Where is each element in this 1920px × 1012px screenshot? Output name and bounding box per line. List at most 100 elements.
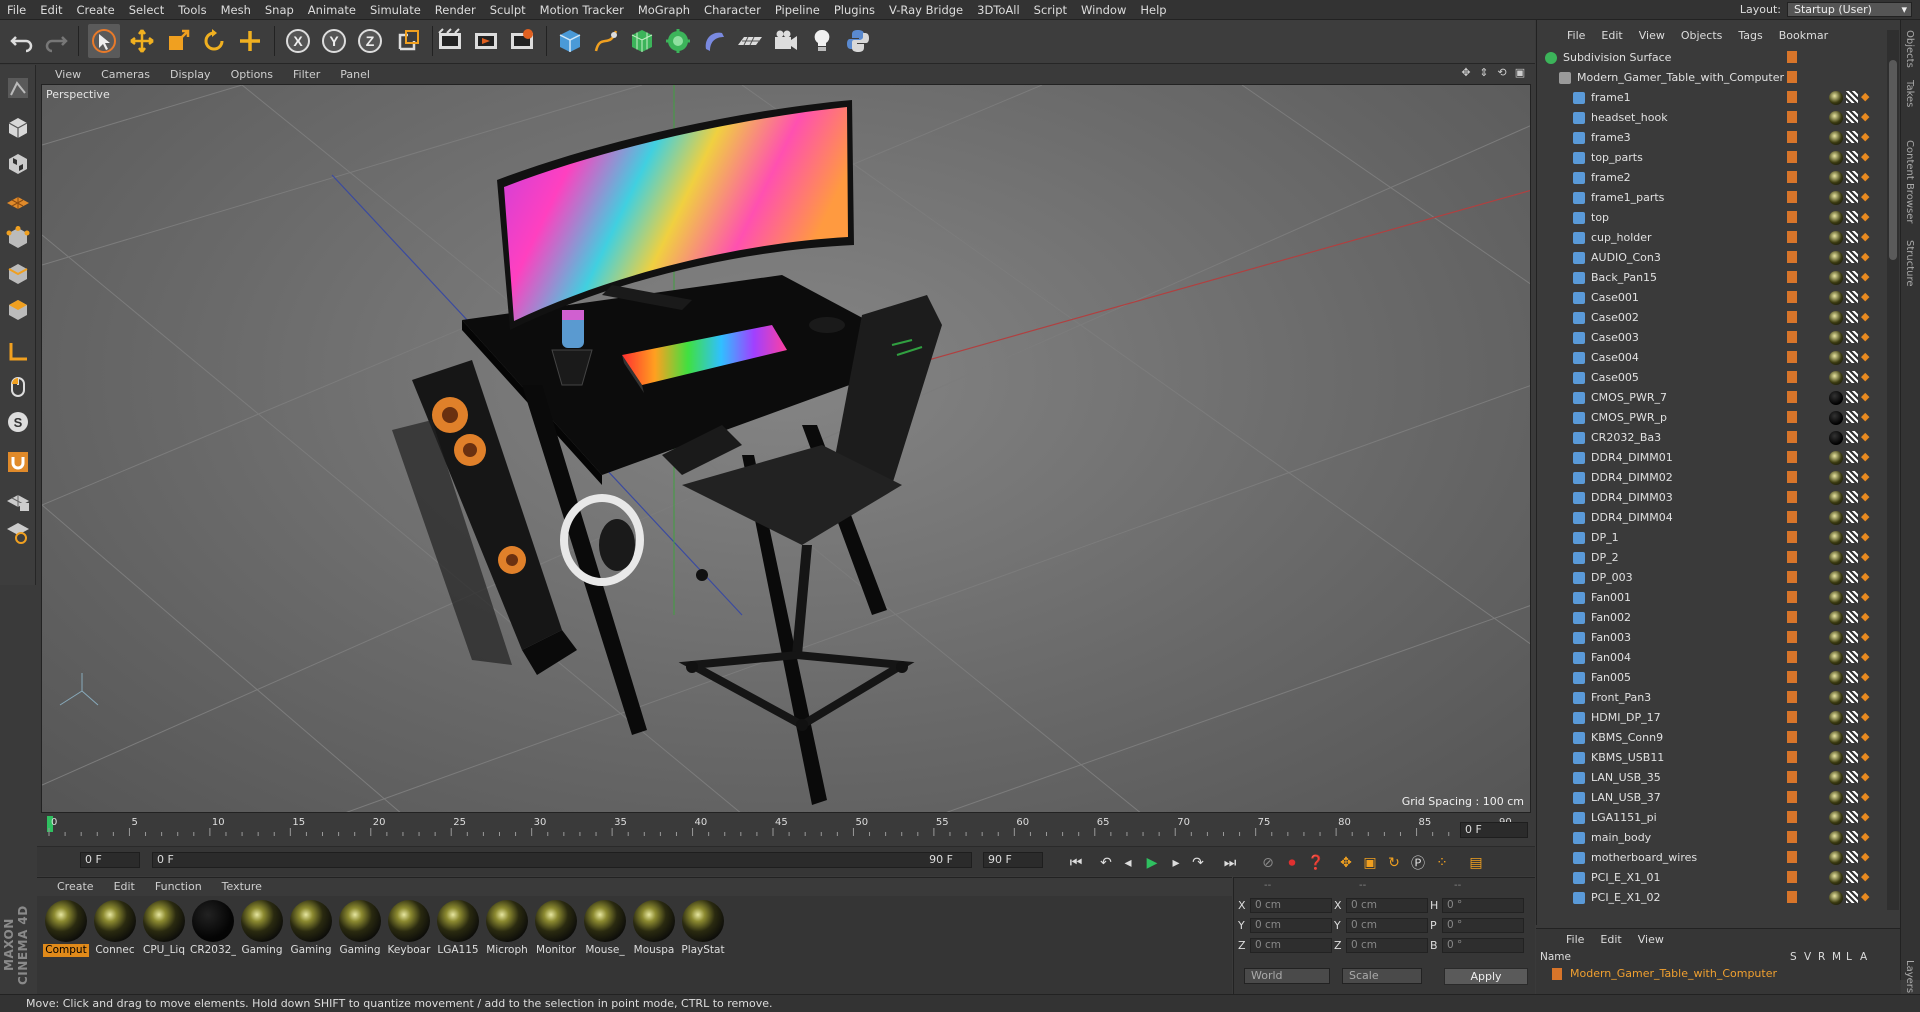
material-tag-icon[interactable]: [1829, 551, 1843, 565]
layer-color-swatch[interactable]: [1787, 151, 1797, 163]
previous-frame-icon[interactable]: ◂: [1117, 852, 1139, 874]
pan-view-icon[interactable]: ✥: [1459, 66, 1473, 80]
object-row[interactable]: Front_Pan3 ◆: [1537, 688, 1887, 708]
menu-3dtoall[interactable]: 3DToAll: [970, 3, 1027, 17]
layer-color-swatch[interactable]: [1787, 191, 1797, 203]
phong-tag-icon[interactable]: ◆: [1861, 791, 1873, 803]
uvw-tag-icon[interactable]: [1846, 131, 1858, 143]
uvw-tag-icon[interactable]: [1846, 631, 1858, 643]
autokey-icon[interactable]: ⏺: [1281, 852, 1303, 874]
material-swatch[interactable]: CPU_Liq: [141, 900, 187, 960]
layer-color-swatch[interactable]: [1787, 91, 1797, 103]
material-tag-icon[interactable]: [1829, 671, 1843, 685]
menu-motion-tracker[interactable]: Motion Tracker: [533, 3, 631, 17]
orbit-view-icon[interactable]: ⟲: [1495, 66, 1509, 80]
coord-value-field[interactable]: 0 cm: [1250, 938, 1332, 953]
object-row[interactable]: DDR4_DIMM03 ◆: [1537, 488, 1887, 508]
phong-tag-icon[interactable]: ◆: [1861, 891, 1873, 903]
layer-color-swatch[interactable]: [1787, 351, 1797, 363]
y-axis-icon[interactable]: Y: [318, 24, 350, 58]
key-scale-icon[interactable]: ▣: [1359, 852, 1381, 874]
record-keys-icon[interactable]: ⊘: [1257, 852, 1279, 874]
layer-color-swatch[interactable]: [1787, 591, 1797, 603]
object-row[interactable]: AUDIO_Con3 ◆: [1537, 248, 1887, 268]
side-tab[interactable]: Content Browser: [1904, 140, 1915, 223]
frame-range-slider[interactable]: 0 F 90 F: [152, 852, 972, 868]
material-tag-icon[interactable]: [1829, 411, 1843, 425]
material-tag-icon[interactable]: [1829, 431, 1843, 445]
phong-tag-icon[interactable]: ◆: [1861, 291, 1873, 303]
material-swatch[interactable]: Gaming: [239, 900, 285, 960]
layer-row[interactable]: Modern_Gamer_Table_with_Computer: [1540, 966, 1897, 982]
material-swatch[interactable]: Microph: [484, 900, 530, 960]
phong-tag-icon[interactable]: ◆: [1861, 91, 1873, 103]
deformer-icon[interactable]: [698, 24, 730, 58]
object-row[interactable]: CR2032_Ba3 ◆: [1537, 428, 1887, 448]
material-tag-icon[interactable]: [1829, 691, 1843, 705]
side-tab[interactable]: Takes: [1904, 80, 1915, 107]
pen-spline-icon[interactable]: [590, 24, 622, 58]
phong-tag-icon[interactable]: ◆: [1861, 411, 1873, 423]
object-row[interactable]: top ◆: [1537, 208, 1887, 228]
layer-color-swatch[interactable]: [1787, 171, 1797, 183]
menu-script[interactable]: Script: [1027, 3, 1074, 17]
phong-tag-icon[interactable]: ◆: [1861, 371, 1873, 383]
layer-menu-edit[interactable]: Edit: [1592, 933, 1629, 946]
layer-color-swatch[interactable]: [1787, 611, 1797, 623]
material-tag-icon[interactable]: [1829, 491, 1843, 505]
key-rotation-icon[interactable]: ↻: [1383, 852, 1405, 874]
object-row[interactable]: headset_hook ◆: [1537, 108, 1887, 128]
phong-tag-icon[interactable]: ◆: [1861, 151, 1873, 163]
phong-tag-icon[interactable]: ◆: [1861, 731, 1873, 743]
menu-window[interactable]: Window: [1074, 3, 1133, 17]
layer-color-swatch[interactable]: [1787, 131, 1797, 143]
material-tag-icon[interactable]: [1829, 851, 1843, 865]
layer-color-swatch[interactable]: [1787, 711, 1797, 723]
phong-tag-icon[interactable]: ◆: [1861, 631, 1873, 643]
phong-tag-icon[interactable]: ◆: [1861, 311, 1873, 323]
object-row[interactable]: Case005 ◆: [1537, 368, 1887, 388]
material-tag-icon[interactable]: [1829, 831, 1843, 845]
viewport-menu-options[interactable]: Options: [221, 68, 283, 81]
object-row[interactable]: frame1_parts ◆: [1537, 188, 1887, 208]
object-row[interactable]: Case003 ◆: [1537, 328, 1887, 348]
phong-tag-icon[interactable]: ◆: [1861, 391, 1873, 403]
phong-tag-icon[interactable]: ◆: [1861, 231, 1873, 243]
phong-tag-icon[interactable]: ◆: [1861, 691, 1873, 703]
layer-color-swatch[interactable]: [1787, 791, 1797, 803]
coord-value-field[interactable]: 0 cm: [1250, 918, 1332, 933]
menu-create[interactable]: Create: [70, 3, 122, 17]
uvw-tag-icon[interactable]: [1846, 731, 1858, 743]
layout-dropdown[interactable]: Startup (User): [1787, 2, 1912, 17]
rotate-icon[interactable]: [198, 24, 230, 58]
uvw-tag-icon[interactable]: [1846, 571, 1858, 583]
layer-color-swatch[interactable]: [1787, 411, 1797, 423]
menu-pipeline[interactable]: Pipeline: [768, 3, 827, 17]
material-tag-icon[interactable]: [1829, 171, 1843, 185]
menu-help[interactable]: Help: [1133, 3, 1173, 17]
material-tag-icon[interactable]: [1829, 591, 1843, 605]
coordinate-system-icon[interactable]: [392, 24, 424, 58]
camera-icon[interactable]: [770, 24, 802, 58]
object-list-scrollbar[interactable]: [1887, 30, 1899, 910]
uvw-tag-icon[interactable]: [1846, 551, 1858, 563]
undo-icon[interactable]: [6, 24, 38, 58]
menu-character[interactable]: Character: [697, 3, 768, 17]
phong-tag-icon[interactable]: ◆: [1861, 711, 1873, 723]
material-tag-icon[interactable]: [1829, 291, 1843, 305]
side-tab[interactable]: Objects: [1904, 30, 1915, 68]
current-frame-field[interactable]: 0 F: [1460, 822, 1528, 838]
material-tag-icon[interactable]: [1829, 151, 1843, 165]
uvw-tag-icon[interactable]: [1846, 771, 1858, 783]
layer-color-swatch[interactable]: [1787, 371, 1797, 383]
material-tag-icon[interactable]: [1829, 711, 1843, 725]
coord-value-field[interactable]: 0 cm: [1346, 898, 1428, 913]
uvw-tag-icon[interactable]: [1846, 691, 1858, 703]
object-row[interactable]: Case001 ◆: [1537, 288, 1887, 308]
material-tag-icon[interactable]: [1829, 91, 1843, 105]
phong-tag-icon[interactable]: ◆: [1861, 811, 1873, 823]
material-menu-function[interactable]: Function: [145, 880, 212, 893]
uvw-tag-icon[interactable]: [1846, 751, 1858, 763]
layer-color-swatch[interactable]: [1787, 211, 1797, 223]
phong-tag-icon[interactable]: ◆: [1861, 751, 1873, 763]
